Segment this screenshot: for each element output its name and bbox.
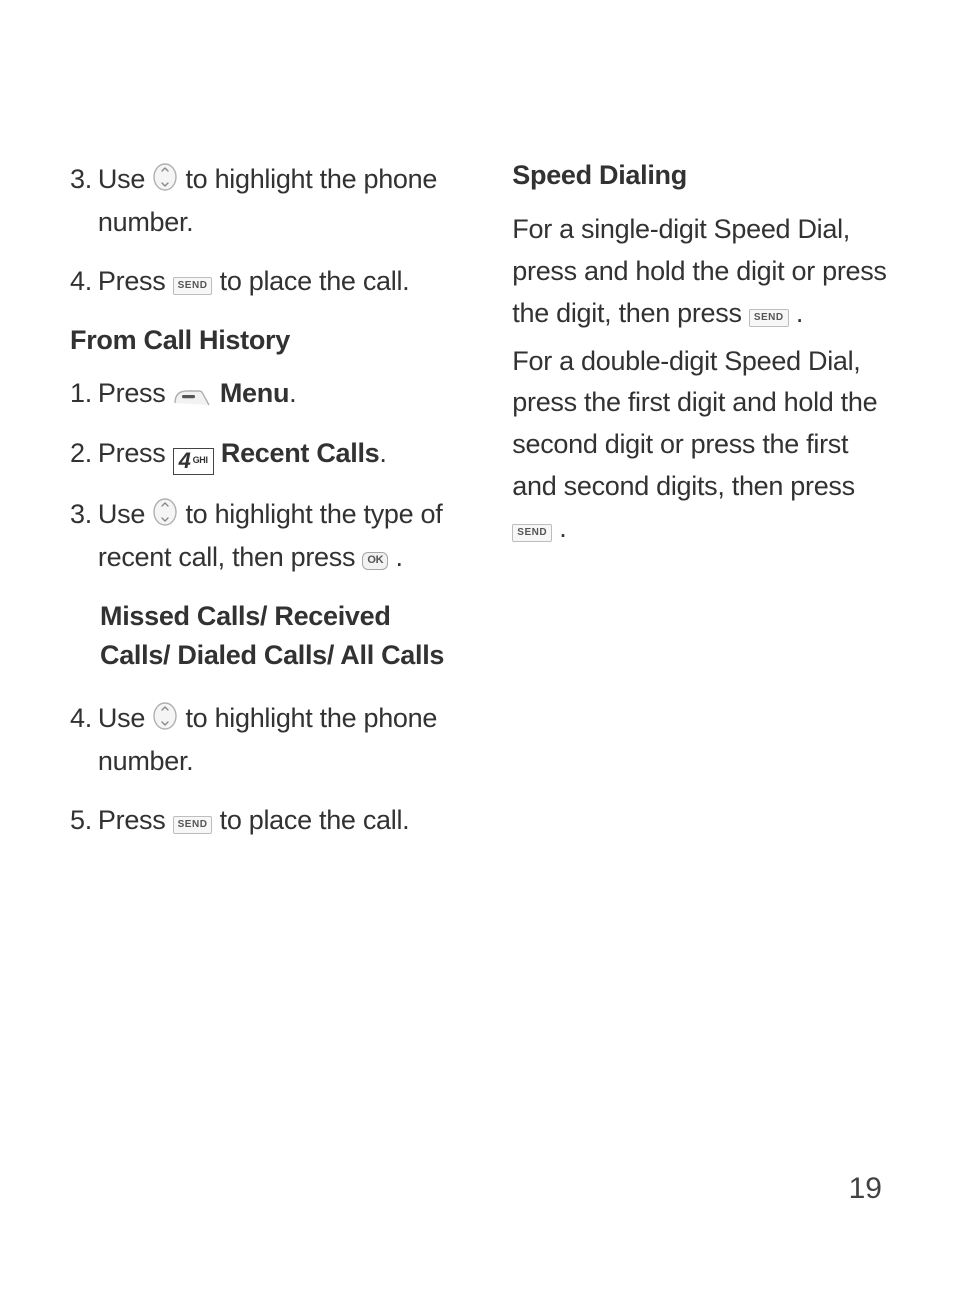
right-column: Speed Dialing For a single-digit Speed D…	[512, 160, 894, 861]
step-number: 3.	[70, 495, 98, 577]
speed-dial-double: For a double-digit Speed Dial, press the…	[512, 341, 894, 550]
send-key-icon: SEND	[512, 524, 552, 542]
recent-calls-label: Recent Calls	[221, 438, 379, 468]
step-text: Press Menu.	[98, 374, 467, 413]
step-4-press-send: 4. Press SEND to place the call.	[70, 262, 467, 301]
step-text: Use to highlight the phone number.	[98, 160, 467, 242]
ok-key-icon: OK	[362, 552, 388, 570]
step-number: 3.	[70, 160, 98, 242]
nav-key-icon	[152, 497, 178, 538]
step-number: 4.	[70, 699, 98, 781]
step-1-press-menu: 1. Press Menu.	[70, 374, 467, 413]
step-text: Press SEND to place the call.	[98, 262, 467, 301]
step-3-use-highlight: 3. Use to highlight the phone number.	[70, 160, 467, 242]
send-key-icon: SEND	[173, 277, 213, 295]
send-key-icon: SEND	[173, 816, 213, 834]
nav-key-icon	[152, 701, 178, 742]
step-text: Press SEND to place the call.	[98, 801, 467, 840]
section-heading-speed-dialing: Speed Dialing	[512, 160, 894, 191]
step-3-use-type: 3. Use to highlight the type of recent c…	[70, 495, 467, 577]
page-number: 19	[849, 1172, 882, 1206]
call-type-options: Missed Calls/ Received Calls/ Dialed Cal…	[100, 597, 467, 675]
step-4-use-highlight: 4. Use to highlight the phone number.	[70, 699, 467, 781]
send-key-icon: SEND	[749, 309, 789, 327]
softkey-left-icon	[173, 385, 213, 407]
step-number: 2.	[70, 434, 98, 475]
section-heading-call-history: From Call History	[70, 325, 467, 356]
step-2-press-4: 2. Press 4GHI Recent Calls.	[70, 434, 467, 475]
step-text: Use to highlight the type of recent call…	[98, 495, 467, 577]
menu-label: Menu	[220, 378, 289, 408]
page-content: 3. Use to highlight the phone number. 4.…	[0, 0, 954, 861]
left-column: 3. Use to highlight the phone number. 4.…	[70, 160, 467, 861]
step-text: Use to highlight the phone number.	[98, 699, 467, 781]
nav-key-icon	[152, 162, 178, 203]
speed-dial-single: For a single-digit Speed Dial, press and…	[512, 209, 894, 335]
step-text: Press 4GHI Recent Calls.	[98, 434, 467, 475]
step-5-press-send: 5. Press SEND to place the call.	[70, 801, 467, 840]
step-number: 5.	[70, 801, 98, 840]
step-number: 4.	[70, 262, 98, 301]
key-4-icon: 4GHI	[173, 448, 214, 475]
step-number: 1.	[70, 374, 98, 413]
